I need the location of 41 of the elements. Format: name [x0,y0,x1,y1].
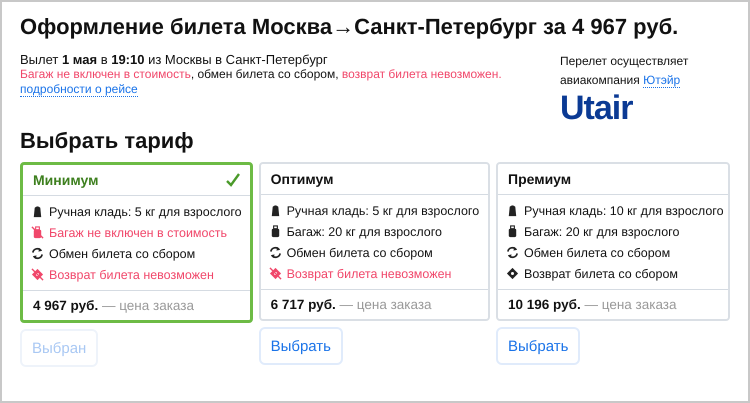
select-tariff-button[interactable]: Выбрать [496,327,580,365]
feature-text: Возврат билета невозможен [286,266,452,280]
exchange-icon [506,246,519,259]
feature-text: Ручная кладь: 10 кг для взрослого [524,204,724,218]
airline-logo: Utair [560,90,634,126]
flight-details-link[interactable]: подробности о рейсе [20,82,138,97]
carrier-text: Перелет осуществляет [560,53,690,70]
feature-text: Обмен билета со сбором [524,246,670,260]
price: 10 196 руб. [508,297,581,312]
feature-text: Возврат билета невозможен [49,268,214,282]
tariff-name: Минимум [33,172,98,188]
select-tariff-button[interactable]: Выбрать [258,327,343,365]
feature-text: Обмен билета со сбором [49,246,196,260]
page-title: Оформление билета Москва→Санкт-Петербург за 4 967 руб. [20,14,680,40]
tariff-name: Оптимум [270,171,334,187]
departure-info: Вылет 1 мая в 19:10 из Москвы в Санкт-Петербург [20,52,329,67]
price: 6 717 руб. [270,297,336,312]
feature-text: Возврат билета со сбором [524,266,678,280]
exchange-icon [268,246,282,259]
carrier-text: авиакомпания [560,73,640,87]
exchange-icon [31,247,44,260]
feature-text: Ручная кладь: 5 кг для взрослого [286,204,480,218]
feature-text: Багаж: 20 кг для взрослого [524,224,680,238]
airline-link[interactable]: Ютэйр [643,73,680,88]
tariff-name: Премиум [508,171,572,187]
price-note: — цена заказа [340,297,432,312]
feature-text: Ручная кладь: 5 кг для взрослого [49,204,242,218]
price: 4 967 руб. [33,298,98,313]
price-note: — цена заказа [102,298,194,313]
crossed-suitcase-icon [31,226,44,239]
suitcase-icon [506,225,519,238]
checkmark-icon [226,173,240,187]
section-title: Выбрать тариф [20,128,195,154]
feature-text: Обмен билета со сбором [286,246,433,260]
feature-text: Багаж: 20 кг для взрослого [286,224,442,238]
tariff-card[interactable]: Премиум Ручная кладь: 10 кг для взрослого Багаж: 20 кг для взрослого Обмен билета со сбором Возврат билета со сбором 10 196 руб. — цена заказа [496,162,730,321]
tariff-card[interactable]: Минимум Ручная кладь: 5 кг для взрослого Багаж не включен в стоимость Обмен билета со сбором Возврат билета невозможен 4 967 руб. — цена заказа [20,162,253,323]
feature-text: Багаж не включен в стоимость [49,226,227,240]
flight-conditions: Багаж не включен в стоимость, обмен билета со сбором, возврат билета невозможен. [20,67,503,81]
tariff-card[interactable]: Оптимум Ручная кладь: 5 кг для взрослого Багаж: 20 кг для взрослого Обмен билета со сбором Возврат билета невозможен 6 717 руб. — цена заказа [258,162,490,321]
price-note: — цена заказа [584,297,676,312]
